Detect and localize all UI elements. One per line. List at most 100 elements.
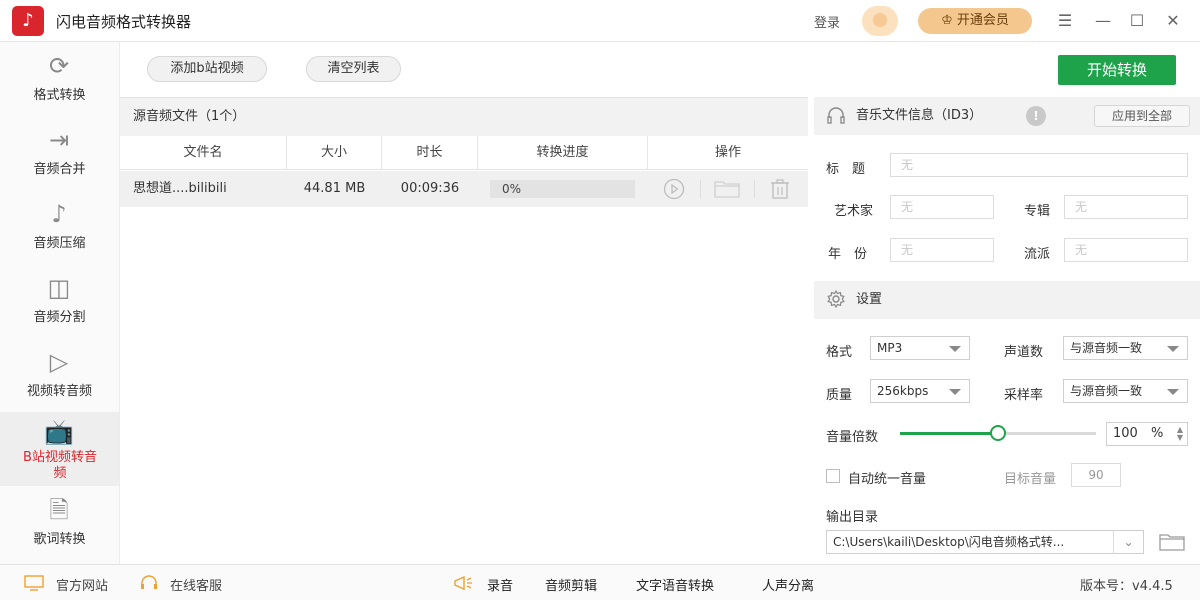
progress-bar: 0% <box>490 180 635 198</box>
sidebar-item-label: 歌词转换 <box>33 532 86 547</box>
progress-text: 0% <box>502 182 522 196</box>
volume-stepper[interactable]: 100 % ▲ ▼ <box>1106 422 1188 446</box>
app-title: 闪电音频格式转换器 <box>56 13 192 31</box>
format-value: MP3 <box>877 341 903 355</box>
maximize-icon[interactable]: ☐ <box>1124 8 1150 34</box>
year-field[interactable]: 无 <box>890 238 994 262</box>
quality-select[interactable]: 256kbps <box>870 379 970 403</box>
sidebar-item-bilibili-to-audio[interactable]: 📺 B站视频转音频 <box>0 412 119 486</box>
sidebar: ⟳ 格式转换 ⇥ 音频合并 ♪ 音频压缩 ◫ 音频分割 ▷ 视频转音频 📺 B站… <box>0 42 120 564</box>
refresh-icon: ⟳ <box>48 52 70 80</box>
bilibili-icon: 📺 <box>44 418 74 446</box>
settings-panel: 音乐文件信息（ID3） ! 应用到全部 标 题 无 艺术家 无 专辑 无 年 份… <box>814 97 1200 564</box>
online-support-link[interactable]: 在线客服 <box>170 575 222 594</box>
samplerate-select[interactable]: 与源音频一致 <box>1063 379 1188 403</box>
table-header: 文件名 大小 时长 转换进度 操作 <box>120 136 808 170</box>
version-label: 版本号：v4.4.5 <box>1080 579 1173 594</box>
samplerate-value: 与源音频一致 <box>1070 384 1143 398</box>
video-icon: ▷ <box>49 348 69 376</box>
id3-section-header: 音乐文件信息（ID3） ! 应用到全部 <box>814 97 1200 135</box>
channels-label: 声道数 <box>1004 345 1044 360</box>
vip-button[interactable]: ♔ 开通会员 <box>918 8 1032 34</box>
volume-slider[interactable] <box>900 425 1096 441</box>
sidebar-item-lyrics-convert[interactable]: 🗎 歌词转换 <box>0 486 119 560</box>
audio-edit-link[interactable]: 音频剪辑 <box>545 575 597 594</box>
sidebar-item-label: 音频合并 <box>33 162 86 177</box>
file-duration: 00:09:36 <box>400 181 460 196</box>
info-icon[interactable]: ! <box>1026 106 1046 126</box>
target-volume-label: 目标音量 <box>1004 472 1057 487</box>
add-bilibili-video-button[interactable]: 添加b站视频 <box>147 56 267 82</box>
sidebar-item-audio-merge[interactable]: ⇥ 音频合并 <box>0 116 119 190</box>
output-path-value: C:\Users\kaili\Desktop\闪电音频格式转... <box>833 535 1065 549</box>
volume-slider-handle[interactable] <box>990 425 1006 441</box>
open-folder-icon[interactable] <box>1158 531 1186 553</box>
album-field[interactable]: 无 <box>1064 195 1188 219</box>
sidebar-item-label: 音频压缩 <box>33 236 86 251</box>
samplerate-label: 采样率 <box>1004 388 1044 403</box>
file-name: 思想道....bilibili <box>133 181 227 196</box>
sidebar-item-label: 格式转换 <box>33 88 86 103</box>
start-convert-button[interactable]: 开始转换 <box>1058 55 1176 85</box>
channels-select[interactable]: 与源音频一致 <box>1063 336 1188 360</box>
play-icon[interactable] <box>660 178 688 200</box>
sidebar-item-label: 视频转音频 <box>26 384 92 399</box>
volume-unit: % <box>1151 426 1164 441</box>
sidebar-item-format-convert[interactable]: ⟳ 格式转换 <box>0 42 119 116</box>
folder-icon[interactable] <box>712 178 742 200</box>
artist-field[interactable]: 无 <box>890 195 994 219</box>
table-row[interactable]: 思想道....bilibili 44.81 MB 00:09:36 0% <box>120 171 808 207</box>
text-to-speech-link[interactable]: 文字语音转换 <box>636 575 714 594</box>
divider <box>700 180 701 198</box>
settings-title: 设置 <box>856 292 883 307</box>
vip-label: 开通会员 <box>956 13 1009 28</box>
column-header: 操作 <box>714 145 741 160</box>
volume-label: 音量倍数 <box>826 430 879 445</box>
sidebar-item-label: 音频分割 <box>33 310 86 325</box>
app-logo-icon: ♪ <box>12 6 44 36</box>
close-icon[interactable]: ✕ <box>1160 8 1186 34</box>
record-link[interactable]: 录音 <box>487 575 513 594</box>
chevron-down-icon <box>1167 346 1179 352</box>
sidebar-item-label: B站视频转音频 <box>23 450 97 481</box>
quality-value: 256kbps <box>877 384 929 398</box>
genre-field[interactable]: 无 <box>1064 238 1188 262</box>
chevron-down-icon <box>1167 389 1179 395</box>
login-link[interactable]: 登录 <box>814 12 840 31</box>
target-volume-field[interactable]: 90 <box>1071 463 1121 487</box>
avatar[interactable] <box>862 6 898 36</box>
vocal-separation-link[interactable]: 人声分离 <box>762 575 814 594</box>
format-select[interactable]: MP3 <box>870 336 970 360</box>
file-list-title: 源音频文件（1个） <box>120 98 808 136</box>
chevron-down-icon <box>949 346 961 352</box>
stepper-arrows-icon[interactable]: ▲ ▼ <box>1177 426 1183 442</box>
headphones-icon <box>824 105 848 127</box>
column-header: 转换进度 <box>478 136 648 170</box>
title-field[interactable]: 无 <box>890 153 1188 177</box>
output-path-field[interactable]: C:\Users\kaili\Desktop\闪电音频格式转... ⌄ <box>826 530 1144 554</box>
sidebar-item-audio-compress[interactable]: ♪ 音频压缩 <box>0 190 119 264</box>
headset-icon <box>138 574 160 592</box>
monitor-icon <box>23 574 45 592</box>
column-header: 大小 <box>287 136 382 170</box>
sidebar-item-video-to-audio[interactable]: ▷ 视频转音频 <box>0 338 119 412</box>
merge-icon: ⇥ <box>48 126 70 154</box>
chevron-down-icon <box>949 389 961 395</box>
auto-volume-checkbox[interactable] <box>826 469 840 483</box>
title-label: 标 题 <box>826 162 866 177</box>
official-website-link[interactable]: 官方网站 <box>56 575 108 594</box>
column-header: 文件名 <box>120 136 287 170</box>
auto-volume-label: 自动统一音量 <box>848 472 927 487</box>
music-disc-icon: ♪ <box>51 200 67 228</box>
menu-icon[interactable]: ☰ <box>1052 8 1078 34</box>
trash-icon[interactable] <box>766 178 794 200</box>
clear-list-button[interactable]: 清空列表 <box>306 56 401 82</box>
sidebar-item-audio-split[interactable]: ◫ 音频分割 <box>0 264 119 338</box>
chevron-down-icon[interactable]: ⌄ <box>1113 531 1143 553</box>
minimize-icon[interactable]: — <box>1090 8 1116 34</box>
status-bar: 官方网站 在线客服 录音 音频剪辑 文字语音转换 人声分离 版本号：v4.4.5 <box>0 564 1200 600</box>
gear-icon <box>824 289 848 311</box>
apply-all-button[interactable]: 应用到全部 <box>1094 105 1190 127</box>
lyrics-icon: 🗎 <box>49 496 69 524</box>
format-label: 格式 <box>826 345 853 360</box>
